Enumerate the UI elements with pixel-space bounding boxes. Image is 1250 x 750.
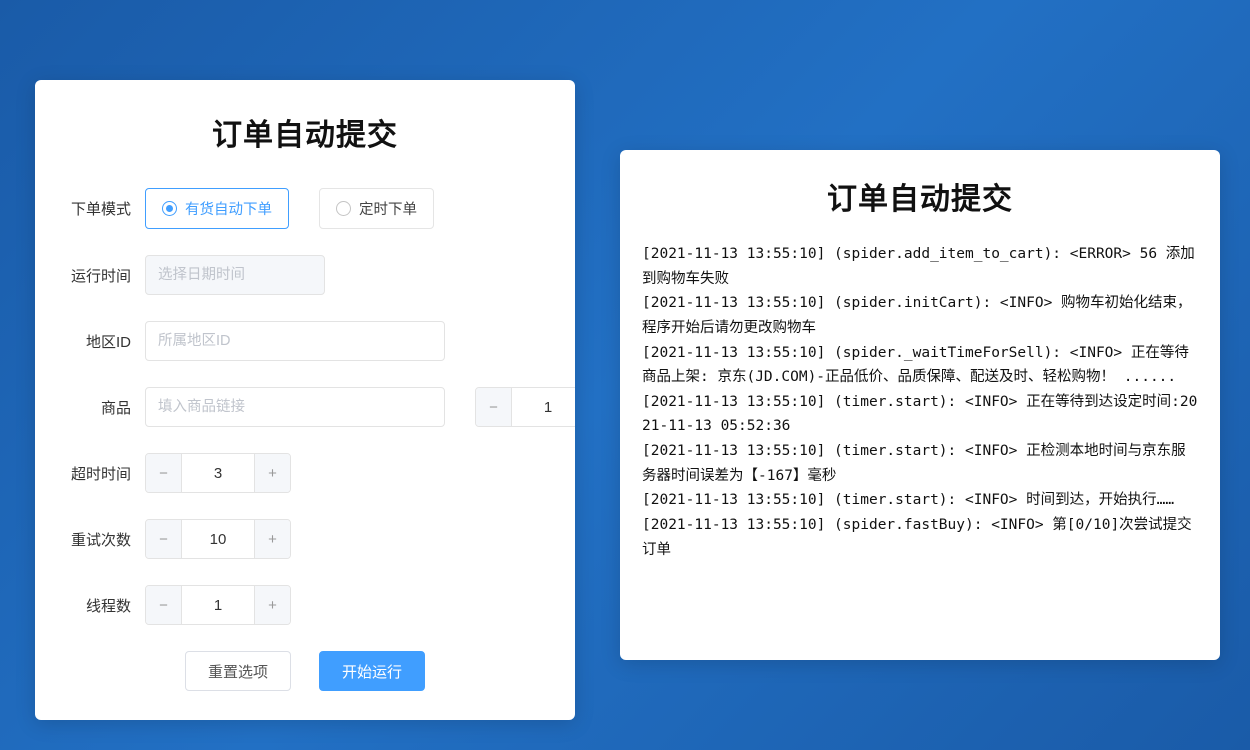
product-qty-stepper: − + (475, 387, 575, 427)
row-runtime: 运行时间 (63, 255, 547, 295)
radio-timed-order[interactable]: 定时下单 (319, 188, 434, 229)
radio-auto-label: 有货自动下单 (185, 198, 272, 219)
product-link-input[interactable] (145, 387, 445, 427)
runtime-input[interactable] (145, 255, 325, 295)
row-product: 商品 − + (63, 387, 547, 427)
row-timeout: 超时时间 − + (63, 453, 547, 493)
retry-stepper: − + (145, 519, 291, 559)
label-runtime: 运行时间 (63, 265, 145, 286)
retry-minus-button[interactable]: − (146, 520, 182, 558)
threads-input[interactable] (182, 586, 254, 624)
label-order-mode: 下单模式 (63, 198, 145, 219)
qty-minus-button[interactable]: − (476, 388, 512, 426)
timeout-input[interactable] (182, 454, 254, 492)
label-threads: 线程数 (63, 595, 145, 616)
threads-minus-button[interactable]: − (146, 586, 182, 624)
radio-dot-icon (336, 201, 351, 216)
row-region: 地区ID (63, 321, 547, 361)
row-order-mode: 下单模式 有货自动下单 定时下单 (63, 188, 547, 229)
threads-stepper: − + (145, 585, 291, 625)
qty-input[interactable] (512, 388, 575, 426)
threads-plus-button[interactable]: + (254, 586, 290, 624)
row-threads: 线程数 − + (63, 585, 547, 625)
log-output[interactable]: [2021-11-13 13:55:10] (spider.add_item_t… (638, 240, 1202, 644)
log-panel-title: 订单自动提交 (638, 174, 1202, 218)
label-product: 商品 (63, 397, 145, 418)
timeout-plus-button[interactable]: + (254, 454, 290, 492)
timeout-stepper: − + (145, 453, 291, 493)
radio-timed-label: 定时下单 (359, 198, 417, 219)
timeout-minus-button[interactable]: − (146, 454, 182, 492)
config-panel: 订单自动提交 下单模式 有货自动下单 定时下单 运行时间 地区ID 商品 − (35, 80, 575, 720)
start-button[interactable]: 开始运行 (319, 651, 425, 691)
retry-plus-button[interactable]: + (254, 520, 290, 558)
radio-dot-icon (162, 201, 177, 216)
log-panel: 订单自动提交 [2021-11-13 13:55:10] (spider.add… (620, 150, 1220, 660)
row-retry: 重试次数 − + (63, 519, 547, 559)
action-buttons: 重置选项 开始运行 (63, 651, 547, 691)
radio-auto-order[interactable]: 有货自动下单 (145, 188, 289, 229)
panel-title: 订单自动提交 (63, 110, 547, 154)
region-input[interactable] (145, 321, 445, 361)
order-mode-group: 有货自动下单 定时下单 (145, 188, 434, 229)
reset-button[interactable]: 重置选项 (185, 651, 291, 691)
label-region: 地区ID (63, 331, 145, 352)
label-timeout: 超时时间 (63, 463, 145, 484)
retry-input[interactable] (182, 520, 254, 558)
label-retry: 重试次数 (63, 529, 145, 550)
